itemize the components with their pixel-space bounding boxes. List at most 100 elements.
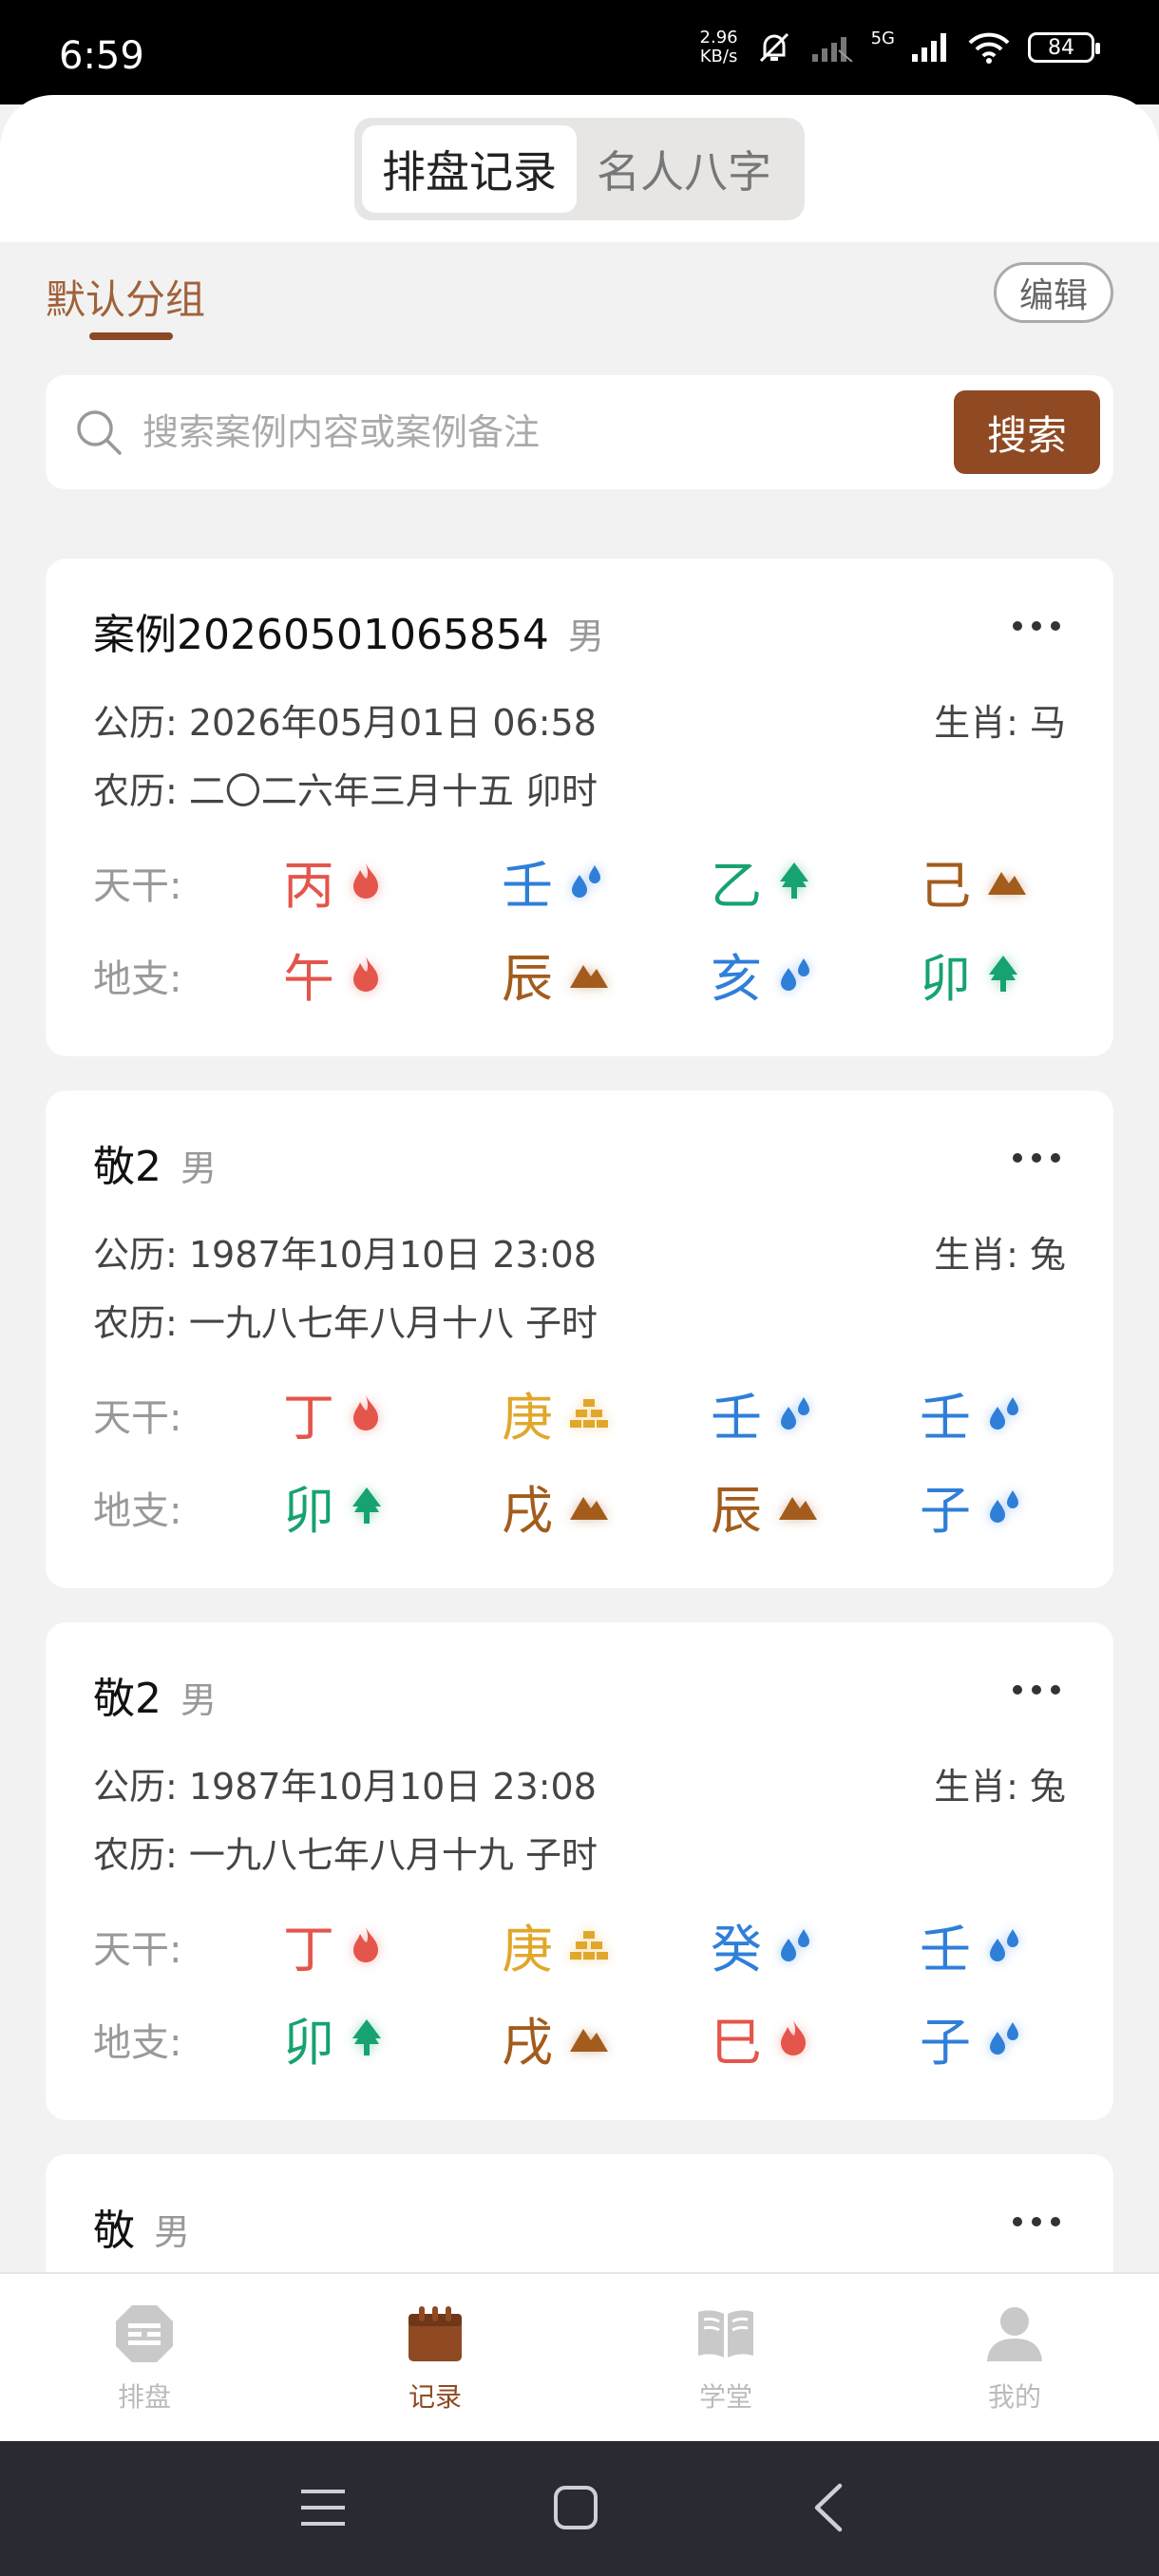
lunar-date: 农历: 二〇二六年三月十五 卯时 <box>93 770 598 812</box>
gan-pillar-1: 丁 <box>283 1379 382 1448</box>
zhi-pillar-3: 亥 <box>711 940 815 1009</box>
gan-label: 天干: <box>93 1928 182 1972</box>
earth-icon <box>777 1489 819 1522</box>
solar-date: 公历: 1987年10月10日 23:08 <box>93 1766 597 1808</box>
more-menu-button[interactable] <box>1013 1685 1060 1695</box>
metal-icon <box>568 1927 610 1961</box>
gan-pillar-4: 壬 <box>920 1379 1024 1448</box>
zhi-label: 地支: <box>93 957 182 1001</box>
case-card[interactable]: 案例20260501065854 男 公历: 2026年05月01日 06:58 … <box>46 559 1113 1056</box>
zhi-row: 地支: 午 辰 亥 卯 <box>93 940 1081 1009</box>
zhi-char: 巳 <box>711 2012 762 2073</box>
zhi-char: 亥 <box>711 948 762 1009</box>
more-menu-button[interactable] <box>1013 1153 1060 1163</box>
fire-icon <box>350 1925 382 1963</box>
status-bar: 6:59 2.96 KB/s 5G 84 <box>0 0 1159 104</box>
zhi-char: 辰 <box>711 1480 762 1541</box>
bottom-tab-bar: 排盘 记录 学堂 我的 <box>0 2272 1159 2441</box>
tab-label: 我的 <box>987 2381 1041 2413</box>
back-icon[interactable] <box>800 2479 857 2536</box>
gan-row: 天干: 丁 庚 壬 壬 <box>93 1379 1081 1448</box>
gan-pillar-2: 庚 <box>502 1911 610 1979</box>
water-icon <box>986 1487 1024 1525</box>
water-icon <box>986 1393 1024 1431</box>
zhi-char: 子 <box>920 2012 971 2073</box>
tab-label: 排盘 <box>117 2381 171 2413</box>
zhi-pillar-4: 子 <box>920 1472 1024 1541</box>
tab-celebrity-bazi[interactable]: 名人八字 <box>577 125 791 213</box>
more-menu-button[interactable] <box>1013 621 1060 631</box>
gan-char: 丁 <box>283 1919 334 1979</box>
wifi-icon <box>967 31 1011 64</box>
gan-char: 壬 <box>711 1387 762 1448</box>
gan-char: 癸 <box>711 1919 762 1979</box>
zodiac: 生肖: 兔 <box>934 1234 1066 1276</box>
gan-pillar-2: 壬 <box>502 847 606 916</box>
zhi-pillar-4: 子 <box>920 2004 1024 2073</box>
water-icon <box>568 862 606 900</box>
zhi-char: 辰 <box>502 948 553 1009</box>
book-icon <box>694 2302 757 2369</box>
water-icon <box>777 1925 815 1963</box>
case-card[interactable]: 敬2 男 公历: 1987年10月10日 23:08 生肖: 兔 农历: 一九八七… <box>46 1090 1113 1588</box>
wood-icon <box>350 1486 384 1525</box>
metal-icon <box>568 1395 610 1430</box>
menu-icon[interactable] <box>294 2479 352 2536</box>
search-button[interactable]: 搜索 <box>954 390 1100 474</box>
zhi-char: 卯 <box>283 2012 334 2073</box>
search-bar: 搜索 <box>46 375 1113 489</box>
gan-pillar-4: 壬 <box>920 1911 1024 1979</box>
tab-records[interactable]: 记录 <box>359 2302 511 2415</box>
earth-icon <box>568 1489 610 1522</box>
status-time: 6:59 <box>59 34 144 78</box>
edit-button[interactable]: 编辑 <box>994 262 1113 323</box>
zhi-char: 戌 <box>502 1480 553 1541</box>
top-header: 排盘记录 名人八字 <box>0 95 1159 242</box>
group-tab-indicator <box>89 332 173 340</box>
tab-label: 记录 <box>408 2381 462 2413</box>
zhi-char: 午 <box>283 948 334 1009</box>
gan-pillar-4: 己 <box>920 847 1028 916</box>
zhi-row: 地支: 卯 戌 辰 子 <box>93 1472 1081 1541</box>
search-input[interactable] <box>142 400 978 464</box>
case-gender: 男 <box>180 1679 218 1721</box>
gan-char: 庚 <box>502 1387 553 1448</box>
zhi-pillar-1: 卯 <box>283 2004 384 2073</box>
tab-paipan[interactable]: 排盘 <box>68 2302 220 2415</box>
gan-pillar-1: 丁 <box>283 1911 382 1979</box>
fire-icon <box>777 2018 809 2056</box>
gan-char: 己 <box>920 855 971 916</box>
system-nav-bar <box>0 2441 1159 2576</box>
zhi-pillar-3: 巳 <box>711 2004 809 2073</box>
status-icons: 2.96 KB/s 5G 84 <box>699 28 1100 66</box>
solar-date: 公历: 2026年05月01日 06:58 <box>93 702 597 744</box>
fire-icon <box>350 862 382 900</box>
case-gender: 男 <box>180 1147 218 1189</box>
zhi-char: 子 <box>920 1480 971 1541</box>
zhi-char: 卯 <box>920 948 971 1009</box>
zhi-pillar-2: 辰 <box>502 940 610 1009</box>
signal-icon <box>912 33 950 62</box>
tab-mine[interactable]: 我的 <box>939 2302 1091 2415</box>
gan-char: 壬 <box>502 855 553 916</box>
net-speed: 2.96 KB/s <box>699 28 738 66</box>
bell-muted-icon <box>755 28 793 66</box>
wood-icon <box>986 954 1020 994</box>
more-menu-button[interactable] <box>1013 2217 1060 2226</box>
tab-paipan-records[interactable]: 排盘记录 <box>362 125 577 213</box>
group-tab-default[interactable]: 默认分组 <box>46 268 205 326</box>
zhi-char: 卯 <box>283 1480 334 1541</box>
gan-char: 庚 <box>502 1919 553 1979</box>
calendar-icon <box>404 2302 466 2369</box>
case-card[interactable]: 敬2 男 公历: 1987年10月10日 23:08 生肖: 兔 农历: 一九八七… <box>46 1622 1113 2120</box>
home-icon[interactable] <box>547 2479 604 2536</box>
tab-school[interactable]: 学堂 <box>650 2302 802 2415</box>
zhi-row: 地支: 卯 戌 巳 子 <box>93 2004 1081 2073</box>
earth-icon <box>568 2021 610 2054</box>
signal-disabled-icon <box>810 33 854 62</box>
water-icon <box>986 2018 1024 2056</box>
zhi-pillar-2: 戌 <box>502 1472 610 1541</box>
case-title: 敬2 <box>93 1143 162 1191</box>
case-gender: 男 <box>567 616 604 657</box>
search-icon <box>74 407 124 461</box>
